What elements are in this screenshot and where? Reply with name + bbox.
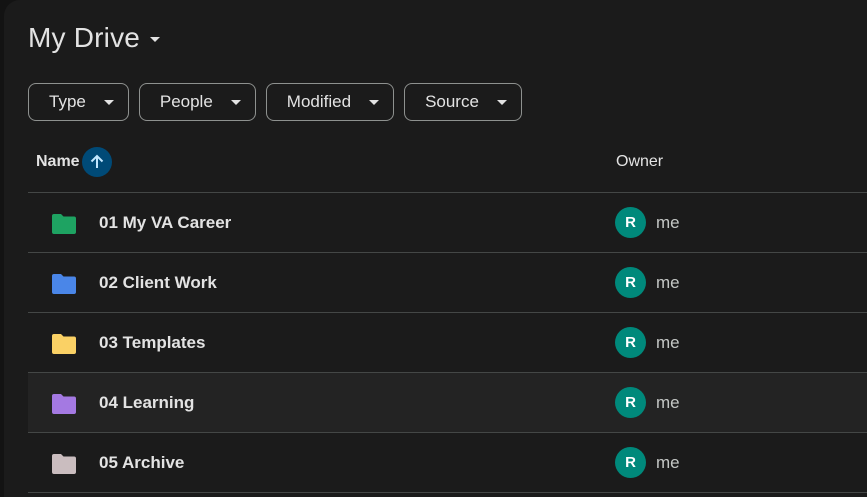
name-column-label: Name: [36, 153, 80, 170]
owner-name: me: [656, 452, 680, 472]
folder-icon: [52, 454, 76, 474]
caret-down-icon: [150, 37, 161, 42]
avatar: R: [615, 207, 646, 238]
caret-down-icon: [103, 99, 114, 105]
owner-name: me: [656, 332, 680, 352]
avatar: R: [615, 267, 646, 298]
sort-ascending-button[interactable]: [81, 147, 112, 177]
filter-modified-chip[interactable]: Modified: [265, 83, 395, 121]
caret-down-icon: [369, 99, 380, 105]
drive-main-panel: My Drive Type People Modified Source Nam…: [4, 0, 867, 497]
table-row[interactable]: 05 Archive Rme: [28, 433, 867, 493]
caret-down-icon: [230, 99, 241, 105]
avatar: R: [615, 447, 646, 478]
arrow-up-icon: [90, 154, 103, 168]
owner-name: me: [656, 272, 680, 292]
file-name: 02 Client Work: [99, 272, 217, 292]
file-name: 04 Learning: [99, 392, 195, 412]
filter-people-chip[interactable]: People: [138, 83, 256, 121]
file-name: 01 My VA Career: [99, 212, 232, 232]
filter-type-chip[interactable]: Type: [28, 83, 129, 121]
table-row[interactable]: 03 Templates Rme: [28, 313, 867, 373]
avatar: R: [615, 327, 646, 358]
chip-label: Modified: [286, 92, 352, 111]
my-drive-title-button[interactable]: My Drive: [28, 18, 161, 58]
folder-icon: [52, 274, 76, 294]
page-title: My Drive: [28, 22, 141, 53]
file-name: 03 Templates: [99, 332, 206, 352]
folder-icon: [52, 214, 76, 234]
table-row[interactable]: 02 Client Work Rme: [28, 253, 867, 313]
filter-chips: Type People Modified Source: [28, 83, 522, 121]
table-row[interactable]: 01 My VA Career Rme: [28, 193, 867, 253]
folder-icon: [52, 334, 76, 354]
chip-label: People: [159, 92, 213, 111]
table-row[interactable]: 04 Learning Rme: [28, 373, 867, 433]
file-table: Name Owner 01 My VA Career Rme 02 Client W…: [28, 132, 867, 493]
owner-name: me: [656, 392, 680, 412]
name-column-header[interactable]: Name: [36, 147, 112, 177]
file-name: 05 Archive: [99, 452, 185, 472]
file-list: 01 My VA Career Rme 02 Client Work Rme 03 Te…: [28, 193, 867, 493]
chip-label: Source: [425, 92, 479, 111]
owner-name: me: [656, 212, 680, 232]
avatar: R: [615, 387, 646, 418]
folder-icon: [52, 394, 76, 414]
filter-source-chip[interactable]: Source: [404, 83, 522, 121]
chip-label: Type: [49, 92, 86, 111]
table-header: Name Owner: [28, 132, 867, 193]
owner-column-header[interactable]: Owner: [616, 153, 663, 171]
caret-down-icon: [496, 99, 507, 105]
